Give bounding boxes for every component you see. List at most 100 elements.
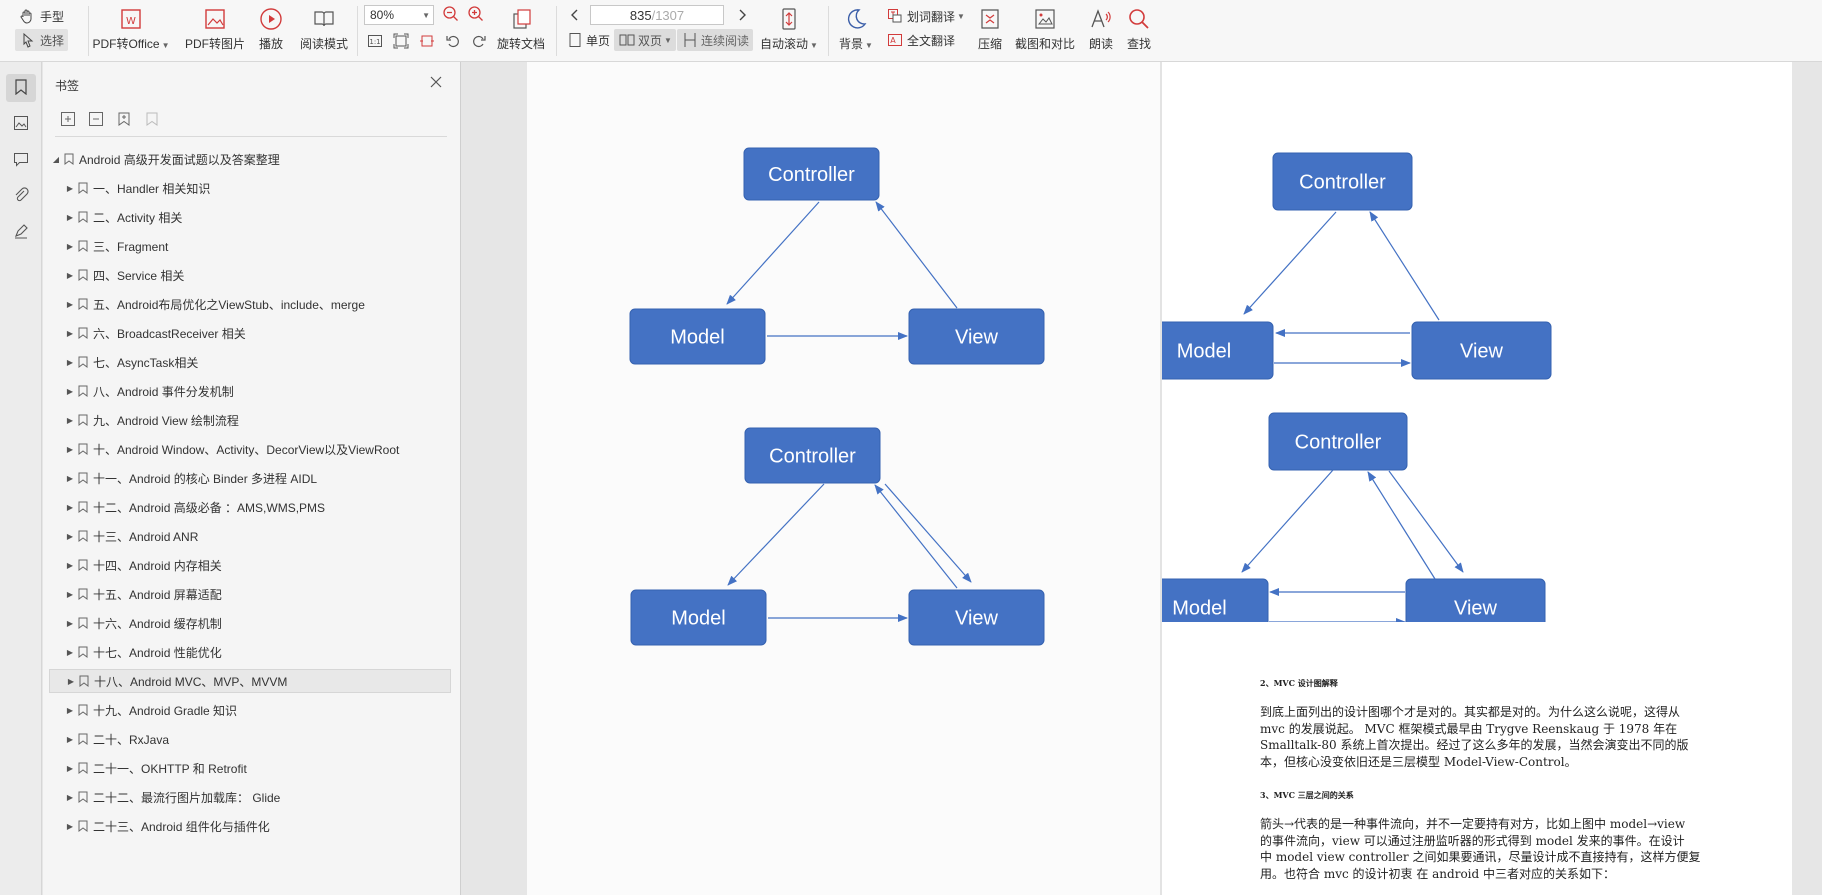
caret-right-icon[interactable]: ▶ — [65, 242, 75, 251]
caret-right-icon[interactable]: ▶ — [65, 648, 75, 657]
expand-all-icon[interactable] — [59, 110, 77, 128]
arrow — [1243, 211, 1337, 315]
caret-right-icon[interactable]: ▶ — [65, 822, 75, 831]
caret-right-icon[interactable]: ▶ — [65, 619, 75, 628]
pdf-to-office-button[interactable]: W PDF转Office ▼ — [92, 2, 170, 52]
bookmark-item[interactable]: ▶ 十六、Android 缓存机制 — [49, 611, 451, 635]
bookmark-item[interactable]: ▶ 三、Fragment — [49, 234, 451, 258]
paragraph-line: 的事件流向，view 可以通过注册监听器的形式得到 model 发来的事件。在设… — [1260, 833, 1685, 848]
bookmark-root[interactable]: ◢ Android 高级开发面试题以及答案整理 — [51, 147, 453, 171]
fit-width-icon[interactable] — [418, 32, 436, 50]
bookmark-item[interactable]: ▶ 五、Android布局优化之ViewStub、include、merge — [49, 292, 451, 316]
close-panel-button[interactable] — [427, 74, 445, 92]
full-translate-button[interactable]: A 全文翻译 — [886, 31, 955, 49]
signature-icon — [13, 223, 29, 242]
caret-right-icon[interactable]: ▶ — [65, 271, 75, 280]
screenshot-compare-button[interactable]: 截图和对比 — [1014, 2, 1076, 52]
select-tool-button[interactable]: 选择 — [15, 29, 69, 51]
bookmark-item-label: 八、Android 事件分发机制 — [93, 384, 234, 399]
thumbnail-rail-button[interactable] — [6, 110, 36, 138]
paragraph-2: 箭头→代表的是一种事件流向，并不一定要持有对方，比如上图中 model→view… — [1260, 816, 1700, 882]
next-page-button[interactable] — [733, 6, 751, 24]
caret-right-icon[interactable]: ▶ — [65, 532, 75, 541]
rotate-document-button[interactable]: 旋转文档 — [496, 2, 546, 52]
caret-right-icon[interactable]: ▶ — [65, 561, 75, 570]
pdf-to-image-button[interactable]: PDF转图片 — [184, 2, 246, 52]
toolbar: 手型 选择 W PDF转Office ▼ PDF转图片 播放 阅读模式 80% ▼… — [0, 0, 1822, 62]
bookmark-item[interactable]: ▶ 四、Service 相关 — [49, 263, 451, 287]
caret-right-icon[interactable]: ▶ — [65, 445, 75, 454]
bookmark-item[interactable]: ▶ 十一、Android 的核心 Binder 多进程 AIDL — [49, 466, 451, 490]
background-button[interactable]: 背景 ▼ — [838, 2, 874, 52]
caret-right-icon[interactable]: ▶ — [65, 706, 75, 715]
screenshot-icon — [1032, 6, 1058, 32]
actual-size-icon[interactable]: 1:1 — [366, 32, 384, 50]
caret-right-icon[interactable]: ▶ — [65, 329, 75, 338]
bookmark-icon — [77, 820, 89, 832]
read-mode-button[interactable]: 阅读模式 — [298, 2, 350, 52]
bookmark-item[interactable]: ▶ 十七、Android 性能优化 — [49, 640, 451, 664]
controller-label: Controller — [1299, 172, 1386, 194]
caret-right-icon[interactable]: ▶ — [65, 416, 75, 425]
find-button[interactable]: 查找 — [1125, 2, 1153, 52]
collapse-all-icon[interactable] — [87, 110, 105, 128]
delete-bookmark-icon[interactable] — [143, 110, 161, 128]
bookmark-item[interactable]: ▶ 十八、Android MVC、MVP、MVVM — [49, 669, 451, 693]
rotate-right-icon[interactable] — [470, 32, 488, 50]
bookmark-rail-button[interactable] — [6, 74, 36, 102]
word-translate-button[interactable]: 划词翻译 ▼ — [886, 7, 965, 25]
zoom-select[interactable]: 80% ▼ — [364, 5, 434, 25]
caret-right-icon[interactable]: ▶ — [65, 590, 75, 599]
fit-page-icon[interactable] — [392, 32, 410, 50]
zoom-in-button[interactable] — [467, 5, 485, 23]
read-aloud-button[interactable]: 朗读 — [1088, 2, 1114, 52]
caret-right-icon[interactable]: ▶ — [65, 300, 75, 309]
caret-right-icon[interactable]: ▶ — [65, 387, 75, 396]
hand-tool-button[interactable]: 手型 — [18, 7, 64, 25]
caret-right-icon[interactable]: ▶ — [66, 677, 76, 686]
caret-right-icon[interactable]: ▶ — [65, 213, 75, 222]
rotate-left-icon[interactable] — [444, 32, 462, 50]
caret-right-icon[interactable]: ▶ — [65, 764, 75, 773]
arrow — [875, 201, 958, 309]
document-view[interactable]: Controller Model View Controller Model View C… — [462, 62, 1822, 895]
model-label: Model — [1177, 341, 1231, 363]
single-page-button[interactable]: 单页 — [566, 31, 610, 49]
comment-rail-button[interactable] — [6, 146, 36, 174]
bookmark-item[interactable]: ▶ 七、AsyncTask相关 — [49, 350, 451, 374]
zoom-out-button[interactable] — [442, 5, 460, 23]
signature-rail-button[interactable] — [6, 218, 36, 246]
compress-button[interactable]: 压缩 — [976, 2, 1004, 52]
caret-right-icon[interactable]: ▶ — [65, 735, 75, 744]
attachment-rail-button[interactable] — [6, 182, 36, 210]
bookmark-item[interactable]: ▶ 十三、Android ANR — [49, 524, 451, 548]
bookmark-item[interactable]: ▶ 二、Activity 相关 — [49, 205, 451, 229]
bookmark-item[interactable]: ▶ 十二、Android 高级必备 ：AMS,WMS,PMS — [49, 495, 451, 519]
caret-right-icon[interactable]: ▶ — [65, 474, 75, 483]
bookmark-item[interactable]: ▶ 二十三、Android 组件化与插件化 — [49, 814, 451, 838]
add-bookmark-icon[interactable] — [115, 110, 133, 128]
bookmark-item[interactable]: ▶ 六、BroadcastReceiver 相关 — [49, 321, 451, 345]
auto-scroll-button[interactable]: 自动滚动 ▼ — [760, 2, 818, 52]
prev-page-button[interactable] — [566, 6, 584, 24]
caret-right-icon[interactable]: ▶ — [65, 503, 75, 512]
double-page-button[interactable]: 双页 ▼ — [614, 29, 676, 51]
play-button[interactable]: 播放 — [256, 2, 286, 52]
bookmark-item[interactable]: ▶ 二十一、OKHTTP 和 Retrofit — [49, 756, 451, 780]
bookmark-item[interactable]: ▶ 二十二、最流行图片加载库： Glide — [49, 785, 451, 809]
bookmark-item[interactable]: ▶ 十、Android Window、Activity、DecorView以及Vi… — [49, 437, 451, 461]
rotate-document-icon — [508, 6, 534, 32]
bookmark-item[interactable]: ▶ 十四、Android 内存相关 — [49, 553, 451, 577]
bookmark-item[interactable]: ▶ 十九、Android Gradle 知识 — [49, 698, 451, 722]
bookmark-item[interactable]: ▶ 二十、RxJava — [49, 727, 451, 751]
continuous-read-button[interactable]: 连续阅读 — [677, 29, 754, 51]
bookmark-item[interactable]: ▶ 十五、Android 屏幕适配 — [49, 582, 451, 606]
caret-right-icon[interactable]: ▶ — [65, 184, 75, 193]
bookmark-item-label: 十六、Android 缓存机制 — [93, 616, 222, 631]
bookmark-item[interactable]: ▶ 一、Handler 相关知识 — [49, 176, 451, 200]
bookmark-item[interactable]: ▶ 八、Android 事件分发机制 — [49, 379, 451, 403]
bookmark-item[interactable]: ▶ 九、Android View 绘制流程 — [49, 408, 451, 432]
page-number-input[interactable]: 835/1307 — [590, 5, 724, 25]
caret-right-icon[interactable]: ▶ — [65, 793, 75, 802]
caret-right-icon[interactable]: ▶ — [65, 358, 75, 367]
